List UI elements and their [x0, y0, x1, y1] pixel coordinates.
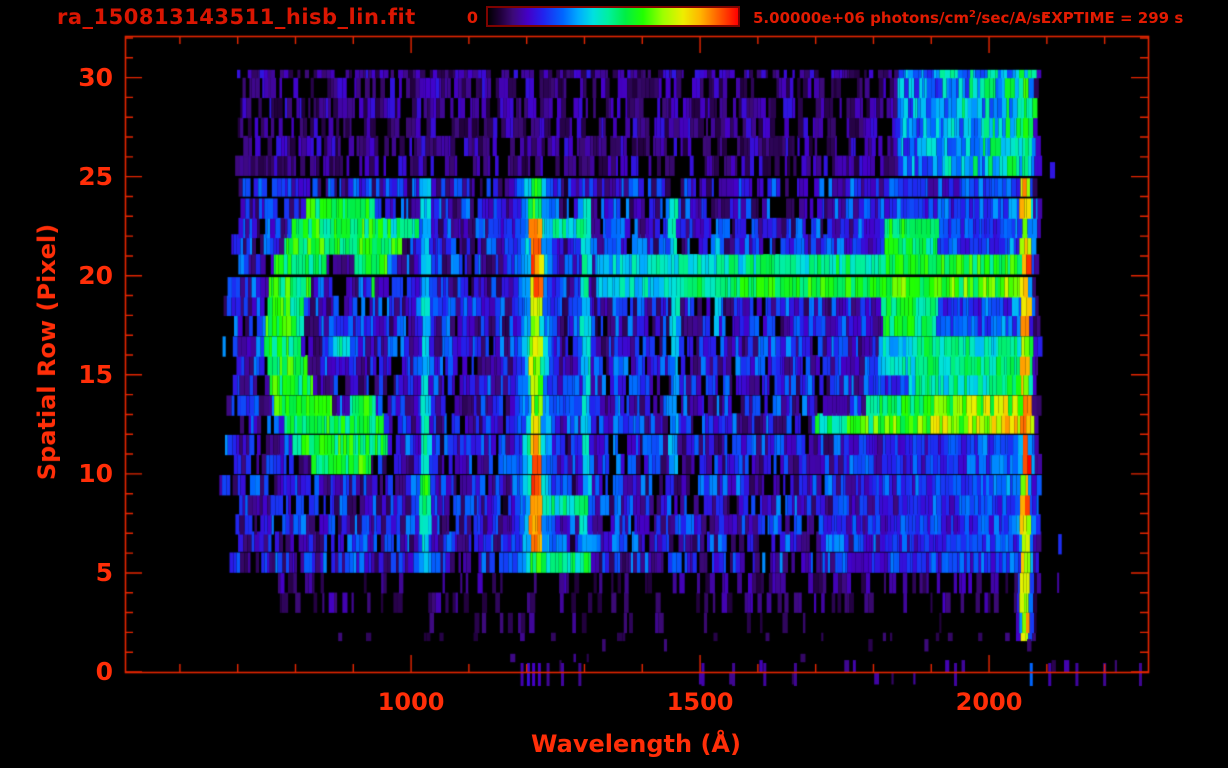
- colorbar-units-text: photons/cm: [864, 9, 969, 27]
- colorbar-min-label: 0: [466, 8, 478, 27]
- colorbar-units-superscript: 2: [968, 9, 976, 20]
- y-tick-label: 0: [95, 657, 113, 686]
- y-tick-label: 10: [78, 458, 113, 488]
- x-tick-label: 1000: [377, 688, 445, 716]
- colorbar-units-text-2: /sec/A/sr: [975, 9, 1049, 27]
- y-tick-label: 30: [78, 62, 113, 92]
- y-tick-label: 20: [78, 260, 113, 290]
- filename-title: ra_150813143511_hisb_lin.fit: [57, 5, 416, 29]
- exptime-label: EXPTIME = 299 s: [1041, 9, 1184, 27]
- colorbar-units-label: 5.00000e+06 photons/cm2/sec/A/sr: [753, 9, 1048, 27]
- x-axis-label: Wavelength (Å): [531, 730, 741, 758]
- x-tick-label: 2000: [955, 688, 1023, 716]
- colorbar: [486, 6, 740, 27]
- spectrogram-figure: ra_150813143511_hisb_lin.fit 0 5.00000e+…: [0, 0, 1228, 768]
- spectrogram-canvas: [0, 0, 1228, 768]
- x-tick-label: 1500: [666, 688, 734, 716]
- y-tick-label: 5: [95, 557, 113, 587]
- colorbar-max-value: 5.00000e+06: [753, 9, 865, 27]
- y-tick-label: 15: [78, 359, 113, 389]
- y-tick-label: 25: [78, 161, 113, 191]
